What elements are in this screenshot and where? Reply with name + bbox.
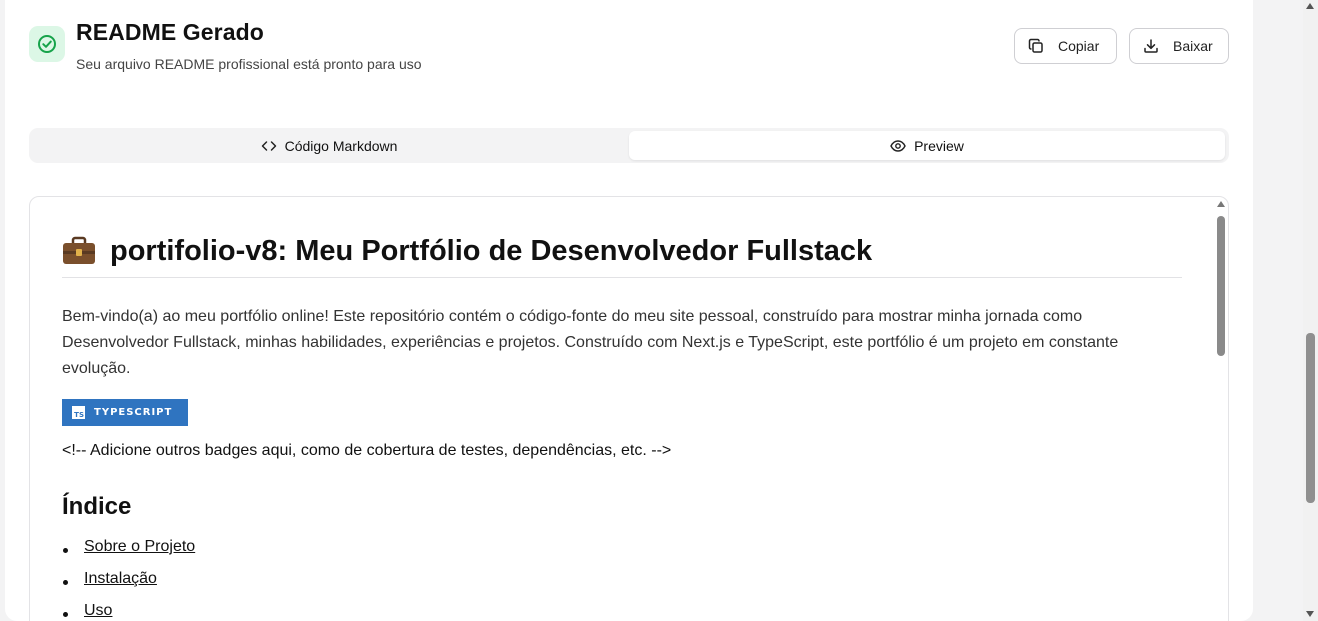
eye-icon bbox=[890, 138, 906, 154]
typescript-badge[interactable]: TS TYPESCRIPT bbox=[62, 399, 188, 426]
briefcase-icon bbox=[62, 236, 96, 266]
markdown-preview-panel[interactable]: portifolio-v8: Meu Portfólio de Desenvol… bbox=[29, 196, 1229, 621]
scroll-down-arrow-icon[interactable] bbox=[1306, 611, 1314, 617]
tab-preview[interactable]: Preview bbox=[629, 131, 1225, 160]
readme-intro: Bem-vindo(a) ao meu portfólio online! Es… bbox=[62, 308, 1119, 377]
toc-item: Uso bbox=[62, 602, 1182, 621]
preview-scrollbar[interactable] bbox=[1216, 201, 1226, 621]
tab-markdown-code-label: Código Markdown bbox=[284, 137, 398, 154]
readme-result-card: README Gerado Seu arquivo README profiss… bbox=[5, 0, 1253, 621]
typescript-badge-label: TYPESCRIPT bbox=[94, 407, 173, 418]
scroll-up-arrow-icon[interactable] bbox=[1306, 3, 1314, 9]
tab-preview-label: Preview bbox=[914, 137, 964, 154]
markdown-preview-content: portifolio-v8: Meu Portfólio de Desenvol… bbox=[62, 227, 1182, 621]
code-icon bbox=[261, 138, 277, 154]
download-button-label: Baixar bbox=[1173, 38, 1213, 54]
toc-link-sobre[interactable]: Sobre o Projeto bbox=[84, 538, 195, 555]
page-title: README Gerado bbox=[76, 19, 264, 45]
toc-heading: Índice bbox=[62, 493, 132, 520]
heading-divider bbox=[62, 277, 1182, 278]
copy-icon bbox=[1028, 38, 1044, 54]
preview-scrollbar-thumb[interactable] bbox=[1217, 216, 1225, 356]
badges-comment: <!-- Adicione outros badges aqui, como d… bbox=[62, 442, 672, 459]
typescript-logo-icon: TS bbox=[72, 406, 85, 419]
copy-button[interactable]: Copiar bbox=[1014, 28, 1117, 64]
toc-link-instalacao[interactable]: Instalação bbox=[84, 570, 157, 587]
page-subtitle: Seu arquivo README profissional está pro… bbox=[76, 56, 422, 72]
download-icon bbox=[1143, 38, 1159, 54]
toc-list: Sobre o Projeto Instalação Uso bbox=[62, 538, 1182, 621]
window-scrollbar-thumb[interactable] bbox=[1306, 333, 1315, 503]
tab-markdown-code[interactable]: Código Markdown bbox=[32, 131, 626, 160]
toc-item: Sobre o Projeto bbox=[62, 538, 1182, 570]
download-button[interactable]: Baixar bbox=[1129, 28, 1229, 64]
view-tabs: Código Markdown Preview bbox=[29, 128, 1229, 163]
toc-item: Instalação bbox=[62, 570, 1182, 602]
toc-link-uso[interactable]: Uso bbox=[84, 602, 112, 619]
readme-heading-text: portifolio-v8: Meu Portfólio de Desenvol… bbox=[110, 234, 873, 267]
header: README Gerado Seu arquivo README profiss… bbox=[29, 16, 1229, 76]
success-icon-box bbox=[29, 26, 65, 62]
scroll-up-arrow-icon[interactable] bbox=[1217, 201, 1225, 207]
copy-button-label: Copiar bbox=[1058, 38, 1100, 54]
readme-heading: portifolio-v8: Meu Portfólio de Desenvol… bbox=[62, 227, 1182, 275]
window-scrollbar[interactable] bbox=[1303, 0, 1318, 621]
check-circle-icon bbox=[37, 34, 57, 54]
